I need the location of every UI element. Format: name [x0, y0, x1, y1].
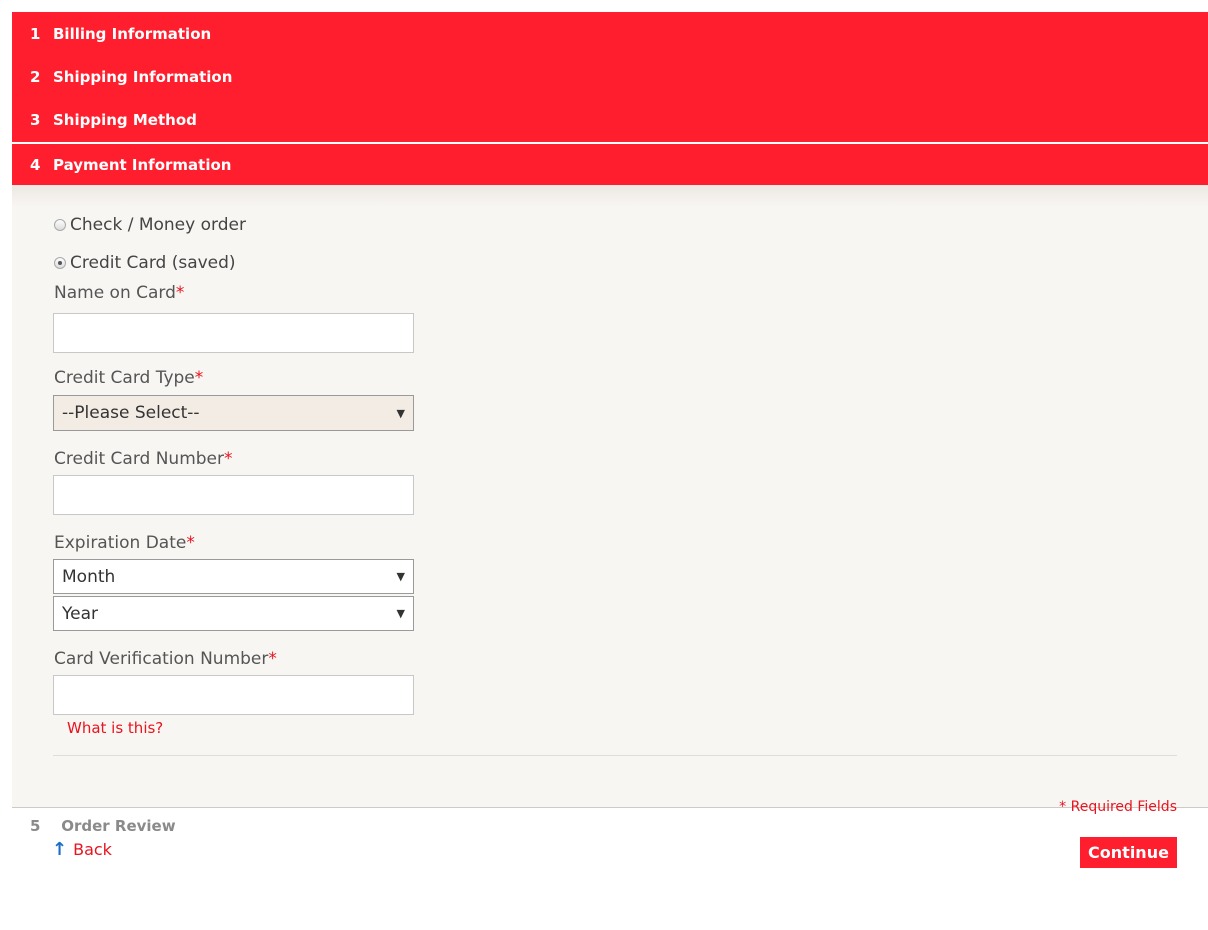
dropdown-arrow-icon: ▼ — [396, 406, 405, 420]
payment-method-credit-card[interactable]: Credit Card (saved) — [54, 251, 236, 275]
step-label: Shipping Method — [53, 111, 197, 129]
step-number: 5 — [30, 817, 41, 835]
arrow-up-icon: ↑ — [52, 839, 68, 860]
required-marker: * — [175, 283, 185, 303]
step-label: Shipping Information — [53, 67, 233, 86]
step-billing-information[interactable]: 1 Billing Information — [12, 12, 1208, 55]
card-number-input[interactable] — [53, 475, 414, 515]
required-marker: * — [224, 449, 233, 469]
step-label: Payment Information — [53, 155, 232, 174]
cvn-help-link[interactable]: What is this? — [67, 719, 163, 737]
panel-shade — [12, 185, 1208, 207]
step-number: 1 — [30, 24, 41, 43]
payment-method-check[interactable]: Check / Money order — [54, 213, 246, 237]
step-label: Order Review — [61, 817, 176, 835]
back-label: Back — [73, 840, 112, 859]
radio-selected-dot — [58, 261, 62, 265]
divider — [53, 755, 1177, 756]
radio-check-money-order[interactable] — [54, 219, 66, 231]
required-marker: * — [186, 533, 195, 553]
expiration-year-select[interactable]: Year ▼ — [53, 596, 414, 631]
name-on-card-label: Name on Card* — [54, 283, 184, 303]
label-text: Card Verification Number — [54, 649, 269, 669]
select-value: Month — [62, 566, 116, 587]
expiration-date-label: Expiration Date* — [54, 533, 195, 553]
payment-panel: Check / Money order Credit Card (saved) … — [12, 185, 1208, 868]
required-marker: * — [268, 649, 277, 669]
step-number: 3 — [30, 111, 41, 129]
expiration-month-select[interactable]: Month ▼ — [53, 559, 414, 594]
card-type-select[interactable]: --Please Select-- ▼ — [53, 395, 414, 431]
payment-method-label: Credit Card (saved) — [70, 253, 236, 273]
required-marker: * — [194, 368, 204, 388]
radio-credit-card[interactable] — [54, 257, 66, 269]
continue-button[interactable]: Continue — [1080, 837, 1177, 868]
card-type-label: Credit Card Type* — [54, 368, 203, 388]
step-label: Billing Information — [53, 24, 212, 43]
cvn-input[interactable] — [53, 675, 414, 715]
select-value: Year — [62, 603, 98, 624]
step-payment-information: 4 Payment Information — [12, 144, 1208, 185]
label-text: Name on Card — [54, 283, 176, 303]
dropdown-arrow-icon: ▼ — [396, 570, 405, 583]
label-text: Expiration Date — [54, 533, 187, 553]
name-on-card-input[interactable] — [53, 313, 414, 353]
label-text: Credit Card Type — [54, 368, 195, 388]
cvn-label: Card Verification Number* — [54, 649, 277, 669]
dropdown-arrow-icon: ▼ — [396, 607, 405, 620]
step-shipping-method[interactable]: 3 Shipping Method — [12, 98, 1208, 142]
step-number: 4 — [30, 155, 41, 174]
back-link[interactable]: ↑ Back — [52, 839, 112, 860]
payment-method-label: Check / Money order — [70, 215, 246, 235]
step-order-review: 5 Order Review — [30, 817, 176, 835]
step-shipping-information[interactable]: 2 Shipping Information — [12, 55, 1208, 98]
step-number: 2 — [30, 67, 41, 86]
required-fields-note: * Required Fields — [1059, 799, 1177, 815]
label-text: Credit Card Number — [54, 449, 224, 469]
select-value: --Please Select-- — [62, 403, 200, 423]
card-number-label: Credit Card Number* — [54, 449, 233, 469]
